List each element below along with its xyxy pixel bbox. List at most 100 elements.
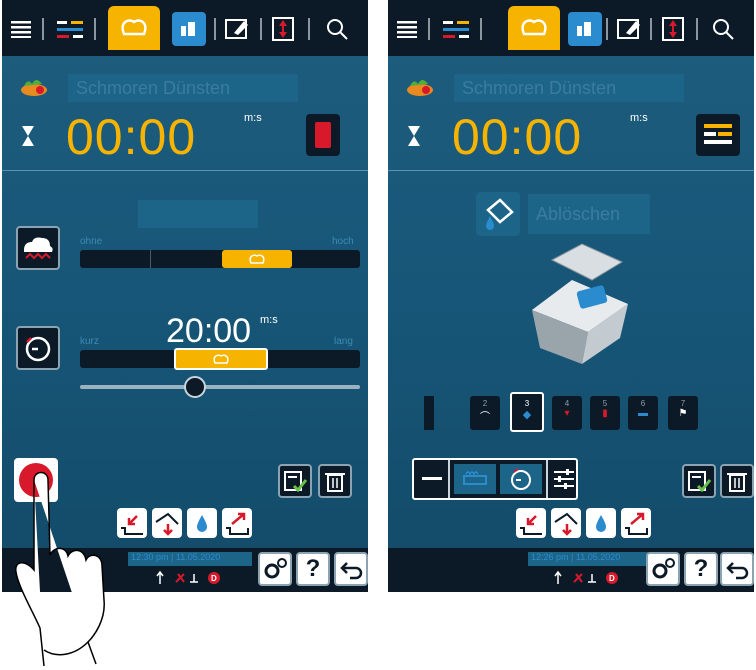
step-add-button[interactable] (551, 508, 581, 538)
menu-icon[interactable] (8, 12, 36, 46)
vegetables-icon (404, 76, 436, 98)
stop-button[interactable] (306, 114, 340, 156)
filter-icon[interactable] (50, 12, 90, 46)
back-button[interactable] (720, 552, 754, 586)
gears-icon (652, 558, 675, 579)
search-icon[interactable] (320, 12, 354, 46)
recipe-name-box: Schmoren Dünsten (68, 74, 298, 102)
vegetables-icon (18, 76, 50, 98)
step-1-partial[interactable] (424, 396, 434, 430)
hourglass-icon (406, 124, 422, 148)
help-button[interactable]: ? (684, 552, 718, 586)
deglaze-action-button[interactable] (476, 192, 520, 236)
search-icon[interactable] (706, 12, 740, 46)
gastronorm-pan-illustration (522, 240, 632, 370)
timer-icon (25, 336, 51, 362)
collapse-button[interactable] (420, 468, 444, 490)
help-button[interactable]: ? (296, 552, 330, 586)
trash-icon (727, 473, 747, 492)
steam-mode-button[interactable] (454, 464, 496, 494)
fine-adjust-slider[interactable] (80, 385, 360, 389)
humidity-button[interactable] (16, 226, 60, 270)
recipe-step-selected[interactable]: 3 ◆ (510, 392, 544, 432)
duration-unit: m:s (260, 314, 278, 326)
recipe-step[interactable]: 6 ▬ (628, 396, 658, 430)
slider2-max-label: lang (334, 336, 353, 347)
settings-button[interactable] (646, 552, 680, 586)
water-drop-icon (197, 515, 207, 532)
chef-hat-icon (121, 19, 147, 36)
step-cool-button[interactable] (222, 508, 252, 538)
timer-mode-button[interactable] (500, 464, 542, 494)
add-arrow-icon (554, 512, 578, 536)
sort-icon[interactable] (656, 12, 690, 46)
duration-slider-knob[interactable] (174, 348, 268, 370)
tab-storage[interactable] (568, 12, 602, 46)
right-device-screen: Schmoren Dünsten 00:00 m:s Ablöschen 2 ⌒ … (388, 0, 754, 592)
step-heat-button[interactable] (516, 508, 546, 538)
edit-icon[interactable] (612, 12, 646, 46)
recipe-name: Schmoren Dünsten (462, 78, 617, 98)
hand-pointer-illustration (4, 460, 184, 668)
cool-arrow-icon (226, 512, 249, 535)
recipe-step[interactable]: 5 ▮ (590, 396, 620, 430)
delete-button[interactable] (318, 464, 352, 498)
tab-storage[interactable] (172, 12, 206, 46)
back-arrow-icon (340, 562, 363, 580)
sliders-icon (554, 469, 574, 489)
duration-slider-track[interactable] (80, 348, 360, 370)
top-navigation-bar (388, 0, 754, 56)
step-liquid-button[interactable] (187, 508, 217, 538)
back-button[interactable] (334, 552, 368, 586)
chef-hat-icon (521, 19, 547, 36)
recipe-step[interactable]: 2 ⌒ (470, 396, 500, 430)
filter-icon[interactable] (436, 12, 476, 46)
recipe-step[interactable]: 4 ▾ (552, 396, 582, 430)
top-navigation-bar (2, 0, 368, 56)
recipe-step[interactable]: 7 ⚑ (668, 396, 698, 430)
hourglass-icon (20, 124, 36, 148)
fine-adjust-knob[interactable] (184, 376, 206, 398)
gears-icon (264, 558, 287, 579)
checklist-button[interactable] (278, 464, 312, 498)
tab-cooking[interactable] (108, 6, 160, 50)
recipe-name-box: Schmoren Dünsten (454, 74, 684, 102)
sort-icon[interactable] (266, 12, 300, 46)
menu-icon[interactable] (394, 12, 422, 46)
program-overview-button[interactable] (696, 114, 740, 156)
humidity-slider-knob[interactable] (222, 250, 292, 268)
action-label: Ablöschen (536, 204, 621, 224)
pour-liquid-icon (486, 198, 514, 230)
trash-icon (325, 473, 345, 492)
status-datetime: 12:26 pm | 11.05.2020 (528, 552, 648, 566)
timer-unit: m:s (630, 112, 648, 124)
timer-unit: m:s (244, 112, 262, 124)
slider1-min-label: ohne (80, 236, 103, 247)
timer-icon (511, 468, 531, 490)
delete-button[interactable] (720, 464, 754, 498)
program-list-icon (704, 124, 732, 144)
slider-title-box (138, 200, 258, 228)
water-drop-icon (596, 515, 606, 532)
svg-text:D: D (609, 574, 615, 583)
tab-cooking[interactable] (508, 6, 560, 50)
steam-icon (463, 471, 487, 485)
svg-text:D: D (211, 574, 217, 583)
humidity-slider-track[interactable] (80, 250, 360, 268)
back-arrow-icon (726, 562, 749, 580)
cool-arrow-icon (625, 512, 648, 535)
recipe-name: Schmoren Dünsten (76, 78, 231, 98)
sliders-settings-button[interactable] (552, 466, 576, 492)
step-cool-button[interactable] (621, 508, 651, 538)
cooking-timer: 00:00 (452, 109, 583, 165)
checklist-icon (284, 471, 308, 493)
edit-icon[interactable] (220, 12, 254, 46)
status-bar: 12:26 pm | 11.05.2020 D ? (388, 548, 754, 592)
step-liquid-button[interactable] (586, 508, 616, 538)
cooking-timer: 00:00 (66, 109, 197, 165)
settings-button[interactable] (258, 552, 292, 586)
duration-button[interactable] (16, 326, 60, 370)
checklist-icon (688, 471, 712, 493)
cloud-heat-icon (24, 237, 53, 260)
checklist-button[interactable] (682, 464, 716, 498)
